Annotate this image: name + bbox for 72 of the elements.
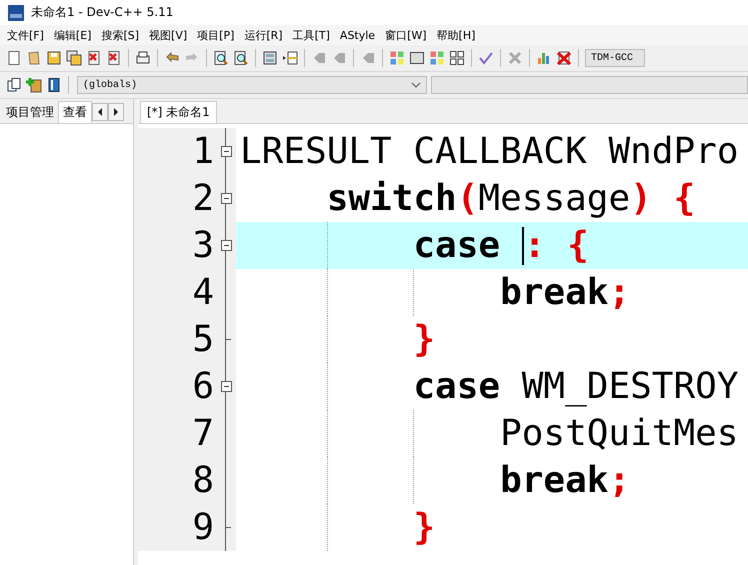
window-icon[interactable] xyxy=(409,50,425,66)
menu-item[interactable]: 运行[R] xyxy=(239,28,288,42)
line-number: 8 xyxy=(191,459,215,503)
menu-item[interactable]: 窗口[W] xyxy=(380,28,432,42)
add-file-icon[interactable] xyxy=(26,77,42,93)
line-number: 3 xyxy=(191,224,215,268)
code-text: Message xyxy=(478,178,630,219)
window-title: 未命名1 - Dev-C++ 5.11 xyxy=(31,4,174,21)
fold-toggle[interactable] xyxy=(220,146,232,157)
save-icon[interactable] xyxy=(46,50,62,66)
code-punctuation: ( xyxy=(456,178,478,219)
line-number: 7 xyxy=(191,412,215,456)
search-icon[interactable] xyxy=(213,50,229,66)
code-punctuation: } xyxy=(413,507,436,548)
tiles-icon[interactable] xyxy=(449,50,465,66)
panel-icon[interactable] xyxy=(262,50,278,66)
code-text: LRESULT CALLBACK WndPro xyxy=(240,131,738,172)
line-number: 2 xyxy=(191,177,215,221)
code-keyword: case xyxy=(413,225,502,266)
colors-icon[interactable] xyxy=(429,50,445,66)
goto-line-icon[interactable] xyxy=(282,50,298,66)
menu-item[interactable]: 编辑[E] xyxy=(48,28,96,42)
line-number: 1 xyxy=(191,130,215,174)
scroll-left-button[interactable] xyxy=(92,103,108,121)
caret-icon xyxy=(411,82,421,88)
code-text: WM_DESTROY xyxy=(520,366,738,407)
menu-item[interactable]: 文件[F] xyxy=(2,28,49,42)
save-all-icon[interactable] xyxy=(66,50,82,66)
right-arrow-icon xyxy=(113,108,119,116)
fold-toggle[interactable] xyxy=(220,381,232,392)
code-keyword: case xyxy=(413,366,500,407)
fold-toggle[interactable] xyxy=(220,193,232,204)
check-icon[interactable] xyxy=(478,50,494,66)
fold-toggle[interactable] xyxy=(220,240,232,251)
error-icon[interactable] xyxy=(556,50,572,66)
code-punctuation: ) { xyxy=(630,178,696,219)
menu-item[interactable]: 工具[T] xyxy=(288,28,335,42)
code-punctuation: ; xyxy=(608,460,630,501)
print-icon[interactable] xyxy=(135,50,151,66)
chart-icon[interactable] xyxy=(536,50,552,66)
menu-item[interactable]: AStyle xyxy=(334,28,380,42)
menu-item[interactable]: 项目[P] xyxy=(192,28,240,42)
scroll-right-button[interactable] xyxy=(108,103,124,121)
code-punctuation: : { xyxy=(524,225,589,266)
compiler-select[interactable]: TDM-GCC xyxy=(585,49,645,67)
book-icon[interactable] xyxy=(46,77,62,93)
menu-item[interactable]: 视图[V] xyxy=(144,28,192,42)
new-file-icon[interactable] xyxy=(6,50,22,66)
code-punctuation: } xyxy=(413,319,436,360)
open-file-icon[interactable] xyxy=(26,50,42,66)
panel-tab[interactable]: 查看 xyxy=(58,101,92,123)
code-keyword: break xyxy=(500,460,608,501)
new-project-icon[interactable] xyxy=(6,77,22,93)
left-arrow-icon xyxy=(97,108,103,116)
code-keyword: switch xyxy=(326,178,457,219)
code-text: PostQuitMes xyxy=(500,413,738,454)
line-number: 5 xyxy=(191,318,215,362)
file-tab[interactable]: [*] 未命名1 xyxy=(140,101,217,123)
app-icon xyxy=(8,4,24,20)
close-file-icon[interactable] xyxy=(86,50,102,66)
scope-dropdown[interactable]: (globals) xyxy=(77,76,427,94)
close-all-icon[interactable] xyxy=(106,50,122,66)
menu-item[interactable]: 帮助[H] xyxy=(432,28,480,42)
text-cursor xyxy=(522,226,524,264)
code-punctuation: ; xyxy=(608,272,630,313)
line-number: 4 xyxy=(191,271,215,315)
replace-icon[interactable] xyxy=(233,50,249,66)
menu-item[interactable]: 搜索[S] xyxy=(96,28,144,42)
code-keyword: break xyxy=(500,272,608,313)
panel-tab[interactable]: 项目管理 xyxy=(2,102,58,123)
line-number: 9 xyxy=(191,506,215,550)
line-number: 6 xyxy=(191,365,215,409)
